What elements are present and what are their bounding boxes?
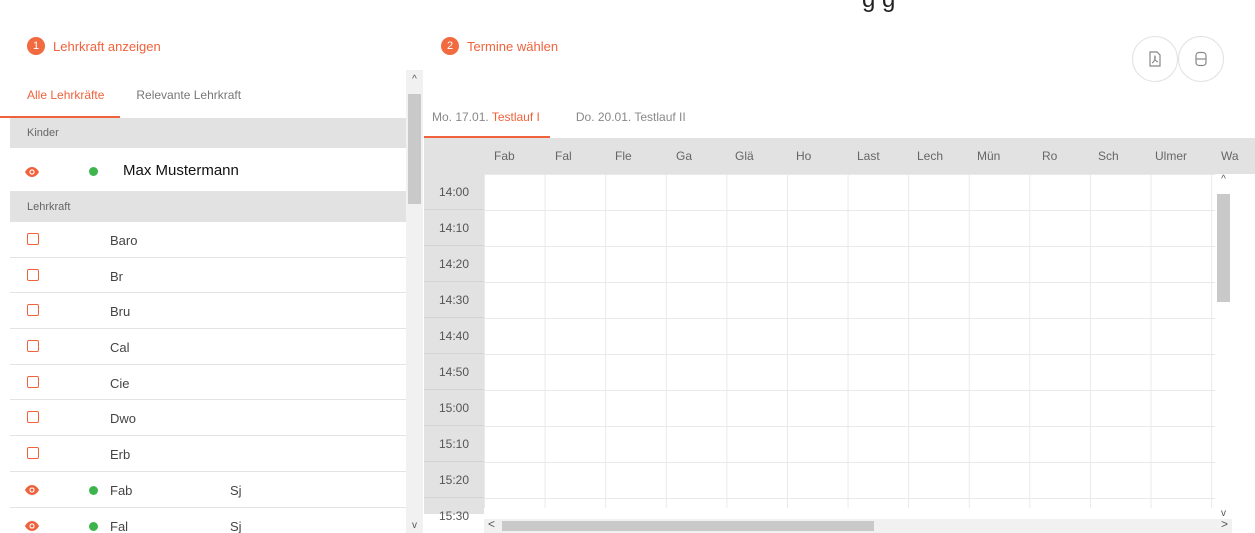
scrollbar-thumb[interactable] bbox=[408, 94, 421, 204]
teacher-name: Fab bbox=[110, 482, 133, 498]
column-header: Mün bbox=[977, 149, 1001, 163]
teacher-name: Bru bbox=[110, 304, 131, 320]
teacher-name: Cal bbox=[110, 340, 130, 356]
scroll-down-arrow[interactable]: v bbox=[406, 520, 423, 531]
step-1-title: Lehrkraft anzeigen bbox=[53, 38, 161, 54]
teacher-name: Cie bbox=[110, 375, 130, 391]
day-tab-date: Mo. 17.01. bbox=[432, 110, 492, 124]
child-row[interactable]: Max Mustermann bbox=[10, 148, 406, 192]
checkbox-icon[interactable] bbox=[27, 411, 39, 424]
checkbox-icon[interactable] bbox=[27, 375, 39, 388]
status-dot-icon bbox=[89, 167, 98, 176]
day-tab-highlight: Testlauf I bbox=[491, 110, 540, 124]
appointment-panel: 2 Termine wählen Mo. 17.01. Testlauf I D… bbox=[424, 0, 1255, 533]
step-2-badge: 2 bbox=[441, 37, 459, 55]
day-tabs: Mo. 17.01. Testlauf I Do. 20.01. Testlau… bbox=[424, 100, 686, 138]
checkbox-icon[interactable] bbox=[27, 340, 39, 353]
column-header: Last bbox=[857, 149, 880, 163]
time-column: 14:00 14:10 14:20 14:30 14:40 14:50 15:0… bbox=[424, 174, 484, 523]
status-dot-icon bbox=[89, 521, 98, 531]
column-header: Ro bbox=[1042, 149, 1058, 163]
time-label: 15:30 bbox=[424, 498, 484, 533]
teacher-name: Dwo bbox=[110, 411, 137, 427]
teacher-name: Baro bbox=[110, 233, 138, 248]
grid-horizontal-scrollbar[interactable]: < > bbox=[484, 517, 1232, 533]
step-2-header: 2 Termine wählen bbox=[441, 37, 558, 55]
eye-icon[interactable] bbox=[25, 164, 39, 182]
day-tab-date: Do. 20.01. Testlauf II bbox=[575, 110, 686, 124]
column-header: Fle bbox=[615, 149, 632, 163]
teacher-filter-tabs: Alle Lehrkräfte Relevante Lehrkraft bbox=[0, 78, 406, 118]
time-label: 14:40 bbox=[424, 318, 484, 354]
tab-all-teachers[interactable]: Alle Lehrkräfte bbox=[0, 78, 121, 118]
time-label: 14:10 bbox=[424, 210, 484, 246]
checkbox-icon[interactable] bbox=[27, 447, 39, 460]
time-label: 15:20 bbox=[424, 462, 484, 498]
teacher-name: Fal bbox=[110, 518, 129, 533]
section-header-teachers: Lehrkraft bbox=[10, 192, 406, 222]
time-label: 14:00 bbox=[424, 174, 484, 210]
checkbox-icon[interactable] bbox=[27, 233, 39, 245]
time-label: 15:00 bbox=[424, 390, 484, 426]
checkbox-icon[interactable] bbox=[27, 268, 39, 281]
scroll-up-arrow[interactable]: ^ bbox=[1215, 174, 1232, 185]
teacher-list: Kinder Max Mustermann Lehrkraft Baro Br … bbox=[10, 118, 406, 533]
column-header: Fal bbox=[555, 149, 572, 163]
teacher-name: Br bbox=[110, 268, 123, 284]
teacher-name: Erb bbox=[110, 447, 131, 463]
time-label: 15:10 bbox=[424, 426, 484, 462]
teacher-subject: Sj bbox=[230, 518, 242, 533]
column-header: Lech bbox=[917, 149, 944, 163]
time-label: 14:30 bbox=[424, 282, 484, 318]
tab-day-2[interactable]: Do. 20.01. Testlauf II bbox=[576, 100, 686, 138]
grid-column-header: Fab Fal Fle Ga Glä Ho Last Lech Mün Ro S… bbox=[424, 138, 1255, 174]
time-label: 14:50 bbox=[424, 354, 484, 390]
print-button[interactable] bbox=[1178, 36, 1224, 82]
teacher-list-scrollbar[interactable]: ^ v bbox=[406, 70, 423, 533]
grid-vertical-scrollbar[interactable]: ^ v bbox=[1215, 174, 1232, 519]
scroll-left-arrow[interactable]: < bbox=[488, 517, 495, 531]
column-header: Wa bbox=[1221, 149, 1239, 163]
step-2-title: Termine wählen bbox=[467, 38, 559, 54]
scroll-right-arrow[interactable]: > bbox=[1221, 517, 1228, 531]
teacher-row[interactable]: Fal Sj bbox=[10, 508, 406, 533]
teacher-row[interactable]: Cal bbox=[10, 329, 406, 365]
eye-icon[interactable] bbox=[25, 519, 39, 533]
teacher-row[interactable]: Br bbox=[10, 258, 406, 294]
column-header: Sch bbox=[1098, 149, 1119, 163]
column-header: Fab bbox=[494, 149, 515, 163]
scrollbar-thumb[interactable] bbox=[502, 521, 874, 531]
step-1-header: 1 Lehrkraft anzeigen bbox=[27, 37, 161, 55]
status-dot-icon bbox=[89, 485, 98, 495]
teacher-row[interactable]: Erb bbox=[10, 436, 406, 472]
column-header: Glä bbox=[735, 149, 754, 163]
appointment-grid[interactable] bbox=[484, 174, 1215, 508]
checkbox-icon[interactable] bbox=[27, 304, 39, 317]
time-label: 14:20 bbox=[424, 246, 484, 282]
eye-icon[interactable] bbox=[25, 483, 39, 498]
teacher-row[interactable]: Cie bbox=[10, 365, 406, 401]
teacher-row[interactable]: Baro bbox=[10, 222, 406, 258]
teacher-row[interactable]: Fab Sj bbox=[10, 472, 406, 508]
step-1-badge: 1 bbox=[27, 37, 45, 55]
scroll-up-arrow[interactable]: ^ bbox=[406, 74, 423, 85]
teacher-row[interactable]: Bru bbox=[10, 293, 406, 330]
column-header: Ho bbox=[796, 149, 812, 163]
teacher-panel: 1 Lehrkraft anzeigen Alle Lehrkräfte Rel… bbox=[0, 0, 424, 533]
tab-relevant-teacher[interactable]: Relevante Lehrkraft bbox=[136, 78, 241, 118]
column-header: Ulmer bbox=[1155, 149, 1187, 163]
section-header-children: Kinder bbox=[10, 118, 406, 148]
scrollbar-thumb[interactable] bbox=[1217, 194, 1230, 302]
pdf-icon bbox=[1149, 51, 1161, 67]
print-icon bbox=[1195, 51, 1207, 67]
pdf-button[interactable] bbox=[1132, 36, 1178, 82]
child-name: Max Mustermann bbox=[110, 150, 358, 188]
tab-day-1[interactable]: Mo. 17.01. Testlauf I bbox=[424, 100, 550, 138]
teacher-subject: Sj bbox=[230, 482, 242, 498]
column-header: Ga bbox=[676, 149, 693, 163]
teacher-row[interactable]: Dwo bbox=[10, 400, 406, 437]
